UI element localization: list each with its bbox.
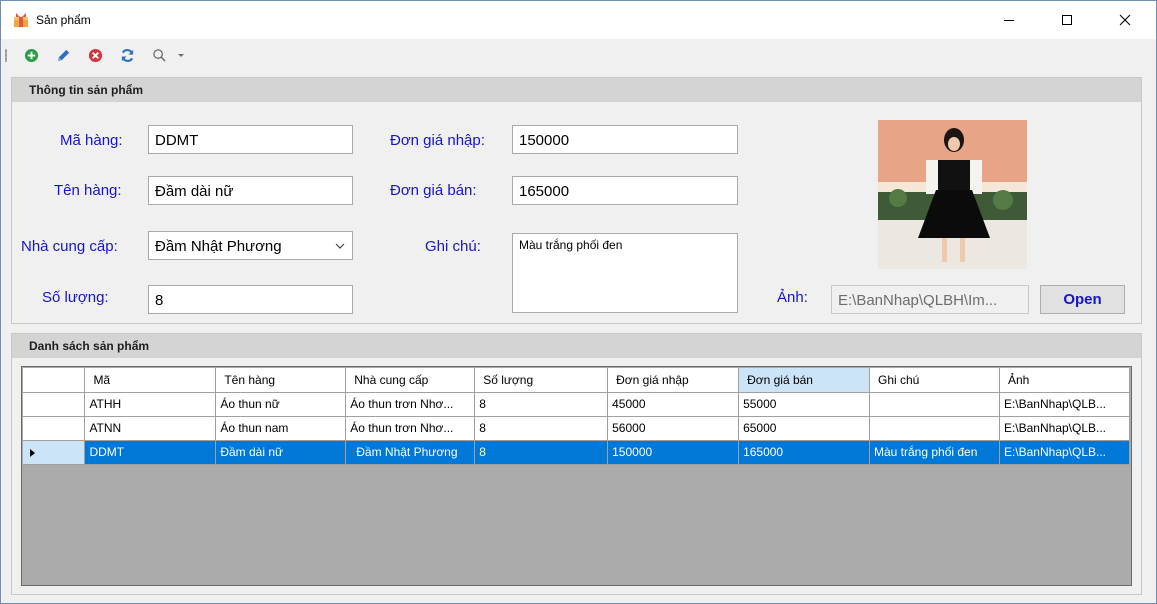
nha-cung-cap-label: Nhà cung cấp: — [21, 238, 118, 255]
cell[interactable]: 65000 — [738, 416, 870, 441]
cell[interactable]: Áo thun nam — [215, 416, 347, 441]
cell[interactable]: Áo thun trơn Nhơ... — [345, 416, 476, 441]
nha-cung-cap-value: Đầm Nhật Phương — [155, 238, 282, 255]
cell[interactable]: ATHH — [84, 392, 217, 417]
cell[interactable]: 165000 — [738, 440, 870, 465]
dropdown-arrow-icon — [178, 54, 184, 57]
cell[interactable]: 8 — [474, 392, 609, 417]
row-header[interactable] — [23, 440, 86, 465]
row-header-corner[interactable] — [23, 368, 86, 393]
cell[interactable]: Áo thun trơn Nhơ... — [345, 392, 476, 417]
cell[interactable]: 45000 — [607, 392, 740, 417]
search-icon — [152, 48, 166, 62]
add-button[interactable] — [21, 45, 41, 65]
cell[interactable]: 8 — [474, 416, 609, 441]
table-row-selected[interactable]: DDMT Đầm dài nữ Đầm Nhật Phương 8 150000… — [23, 440, 1131, 465]
box-icon — [14, 13, 28, 27]
cell[interactable] — [869, 392, 1000, 417]
product-table: Mã Tên hàng Nhà cung cấp Số lượng Đơn gi… — [23, 368, 1131, 465]
product-info-group: Thông tin sản phẩm Mã hàng: DDMT Tên hàn… — [11, 77, 1142, 324]
add-icon — [24, 48, 38, 62]
product-list-group: Danh sách sản phẩm Mã Tên hàng Nhà cung … — [11, 333, 1142, 595]
product-window: Sản phẩm Thông tin sản phẩm Mã hàng: DDM… — [0, 0, 1157, 604]
column-header-so-luong[interactable]: Số lượng — [474, 368, 609, 393]
cell[interactable]: E:\BanNhap\QLB... — [999, 392, 1131, 417]
column-header-don-gia-nhap[interactable]: Đơn giá nhập — [607, 368, 740, 393]
product-list-header: Danh sách sản phẩm — [12, 334, 1141, 358]
refresh-icon — [121, 48, 133, 62]
delete-icon — [88, 48, 102, 62]
so-luong-label: Số lượng: — [42, 289, 109, 306]
ma-hang-input[interactable]: DDMT — [148, 125, 353, 154]
cell[interactable]: DDMT — [84, 440, 217, 465]
header-row: Mã Tên hàng Nhà cung cấp Số lượng Đơn gi… — [23, 368, 1131, 393]
ten-hang-label: Tên hàng: — [54, 182, 122, 199]
cell[interactable]: E:\BanNhap\QLB... — [999, 416, 1131, 441]
ma-hang-label: Mã hàng: — [60, 132, 123, 149]
cell[interactable]: 55000 — [738, 392, 870, 417]
column-header-don-gia-ban[interactable]: Đơn giá bán — [738, 368, 870, 393]
toolbar — [1, 39, 1156, 70]
don-gia-ban-label: Đơn giá bán: — [390, 182, 477, 199]
product-info-header: Thông tin sản phẩm — [12, 78, 1141, 102]
refresh-button[interactable] — [117, 45, 137, 65]
cell[interactable]: Đầm Nhật Phương — [345, 440, 476, 465]
maximize-button[interactable] — [1041, 1, 1093, 39]
cell[interactable]: 8 — [474, 440, 609, 465]
column-header-anh[interactable]: Ảnh — [999, 368, 1131, 393]
cell[interactable]: 150000 — [607, 440, 740, 465]
product-grid[interactable]: Mã Tên hàng Nhà cung cấp Số lượng Đơn gi… — [21, 366, 1132, 586]
product-list-title: Danh sách sản phẩm — [29, 339, 150, 353]
table-row[interactable]: ATHH Áo thun nữ Áo thun trơn Nhơ... 8 45… — [23, 392, 1131, 417]
ghi-chu-textarea[interactable]: Màu trắng phối đen — [512, 233, 738, 313]
cell[interactable]: 56000 — [607, 416, 740, 441]
maximize-icon — [1062, 15, 1072, 25]
delete-button[interactable] — [85, 45, 105, 65]
row-header[interactable] — [23, 392, 86, 417]
cell[interactable]: Đầm dài nữ — [215, 440, 347, 465]
ten-hang-input[interactable]: Đầm dài nữ — [148, 176, 353, 205]
product-info-title: Thông tin sản phẩm — [29, 83, 143, 97]
don-gia-ban-input[interactable]: 165000 — [512, 176, 738, 205]
close-icon — [1119, 14, 1131, 26]
anh-label: Ảnh: — [777, 289, 808, 306]
search-button[interactable] — [149, 45, 169, 65]
column-header-ma[interactable]: Mã — [84, 368, 217, 393]
column-header-ten-hang[interactable]: Tên hàng — [215, 368, 347, 393]
edit-button[interactable] — [53, 45, 73, 65]
cell[interactable]: Áo thun nữ — [215, 392, 347, 417]
cell[interactable]: E:\BanNhap\QLB... — [999, 440, 1131, 465]
search-dropdown-button[interactable] — [175, 45, 187, 65]
close-button[interactable] — [1099, 1, 1151, 39]
window-title: Sản phẩm — [36, 13, 91, 27]
row-header[interactable] — [23, 416, 86, 441]
don-gia-nhap-input[interactable]: 150000 — [512, 125, 738, 154]
so-luong-input[interactable]: 8 — [148, 285, 353, 314]
toolbar-grip[interactable] — [5, 49, 7, 62]
minimize-icon — [1004, 20, 1014, 21]
cell[interactable]: ATNN — [84, 416, 217, 441]
cell[interactable] — [869, 416, 1000, 441]
edit-icon — [57, 49, 69, 61]
table-row[interactable]: ATNN Áo thun nam Áo thun trơn Nhơ... 8 5… — [23, 416, 1131, 441]
open-button[interactable]: Open — [1040, 285, 1125, 314]
ghi-chu-label: Ghi chú: — [425, 238, 481, 255]
title-bar[interactable]: Sản phẩm — [1, 1, 1156, 39]
cell[interactable]: Màu trắng phối đen — [869, 440, 1000, 465]
chevron-down-icon — [335, 243, 345, 249]
don-gia-nhap-label: Đơn giá nhập: — [390, 132, 485, 149]
column-header-nha-cung-cap[interactable]: Nhà cung cấp — [345, 368, 476, 393]
anh-path-input: E:\BanNhap\QLBH\Im... — [831, 285, 1029, 314]
column-header-ghi-chu[interactable]: Ghi chú — [869, 368, 1000, 393]
current-row-icon — [30, 448, 35, 457]
product-photo — [878, 120, 1027, 269]
minimize-button[interactable] — [983, 1, 1035, 39]
nha-cung-cap-select[interactable]: Đầm Nhật Phương — [148, 231, 353, 260]
